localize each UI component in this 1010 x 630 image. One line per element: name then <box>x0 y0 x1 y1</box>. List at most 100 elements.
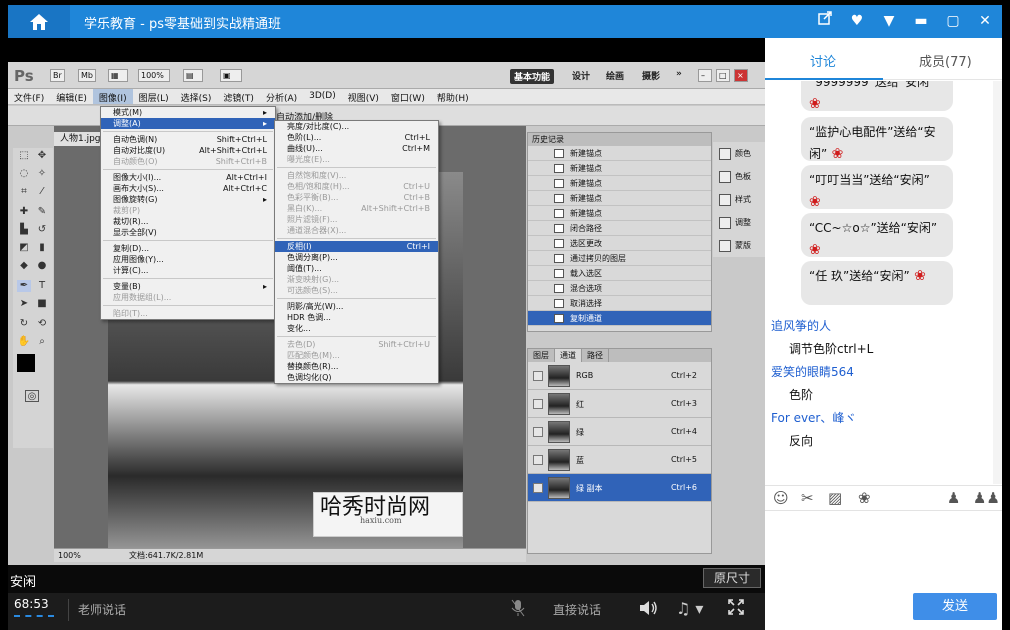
history-item: 闭合路径 <box>528 221 711 236</box>
scissors-icon[interactable]: ✂ <box>801 489 814 507</box>
close-icon[interactable]: ✕ <box>976 11 994 31</box>
3d-orbit-icon: ⟲ <box>37 318 47 329</box>
side-panel-item: 样式 <box>713 188 765 211</box>
image-icon[interactable]: ▨ <box>828 489 842 507</box>
music-icon[interactable]: ♫ ▾ <box>676 599 703 618</box>
view-extras-icon: ▦ <box>108 69 128 82</box>
minimize-icon[interactable]: ▬ <box>912 11 930 31</box>
history-item-label: 选区更改 <box>570 239 602 248</box>
share-icon[interactable] <box>816 11 834 31</box>
ps-menu-item: 图像(I) <box>92 89 133 104</box>
dropdown-icon[interactable]: ▼ <box>880 11 898 31</box>
ps-menu-item: 视图(V) <box>347 94 379 104</box>
home-button[interactable] <box>8 5 70 38</box>
mic-muted-icon[interactable] <box>511 599 525 621</box>
channel-name: RGB <box>576 371 594 380</box>
history-item-label: 新建锚点 <box>570 164 602 173</box>
menu-item-label: 色阶(L)... <box>287 133 322 142</box>
status-doc-size: 文档:641.7K/2.81M <box>129 551 204 560</box>
history-step-icon <box>554 224 564 233</box>
history-step-icon <box>554 179 564 188</box>
marquee-tool-icon: ⬚ <box>19 150 29 161</box>
channel-list: RGB Ctrl+2 红 Ctrl+3 绿 Ctrl+4 蓝 Ctrl+5 绿 副本 Ctrl+6 <box>528 362 711 502</box>
history-panel: 历史记录 新建锚点 新建锚点 新建锚点 新建锚点 新建锚点 闭合路径 选区更改 通过拷贝的图层… <box>527 132 712 332</box>
history-step-icon <box>554 194 564 203</box>
history-item-label: 混合选项 <box>570 284 602 293</box>
workspace-essentials: 基本功能 <box>510 69 555 84</box>
volume-icon[interactable] <box>638 599 658 621</box>
menu-item: 复制(D)... <box>101 243 275 254</box>
menu-item-label: 阈值(T)... <box>287 264 322 273</box>
menu-item-label: 裁切(R)... <box>113 217 149 226</box>
dodge-tool-icon: ● <box>37 260 47 271</box>
ps-status-bar: 100% 文档:641.7K/2.81M <box>54 548 526 562</box>
crop-tool-icon: ⌗ <box>21 186 27 197</box>
tab-discuss[interactable]: 讨论 <box>810 51 836 70</box>
visibility-eye-icon <box>533 371 543 381</box>
3d-rotate-icon: ↻ <box>19 318 29 329</box>
emoji-icon[interactable]: ☺ <box>773 489 789 507</box>
chat-username: 追风筝的人 <box>771 319 832 333</box>
heart-icon[interactable]: ♥ <box>848 11 866 31</box>
history-item-label: 新建锚点 <box>570 209 602 218</box>
type-tool-icon: T <box>38 280 46 291</box>
video-player[interactable]: Ps Br Mb ▦ 100% ▤ ▣ 基本功能 设计 绘画 摄影 » – □ … <box>8 38 765 565</box>
photoshop-screen: Ps Br Mb ▦ 100% ▤ ▣ 基本功能 设计 绘画 摄影 » – □ … <box>8 62 765 565</box>
menu-item: 阴影/高光(W)... <box>275 301 438 312</box>
history-step-icon <box>554 269 564 278</box>
ps-menubar: 文件(F) 编辑(E) 图像(I) 图层(L) 选择(S) 滤镜(T) 分析(A) 3D(D)… <box>8 89 765 105</box>
history-item: 新建锚点 <box>528 191 711 206</box>
tab-members[interactable]: 成员(77) <box>919 51 972 70</box>
ps-restore-icon: □ <box>716 69 730 82</box>
channel-name: 蓝 <box>576 456 584 465</box>
path-select-icon: ➤ <box>19 298 29 309</box>
teacher-speaking-label: 老师说话 <box>78 603 127 617</box>
gift-message-bubble: “9999999”送给“安闲” ❀ <box>801 81 953 112</box>
ps-menu-item: 编辑(E) <box>56 94 87 104</box>
chat-input[interactable] <box>765 511 1002 591</box>
history-item-label: 新建锚点 <box>570 149 602 158</box>
original-size-button[interactable]: 原尺寸 <box>703 568 761 588</box>
menu-item-label: 裁剪(P) <box>113 206 141 215</box>
menu-item: 自动颜色(O) Shift+Ctrl+B <box>101 156 275 167</box>
menu-separator <box>277 167 436 168</box>
history-brush-icon: ↺ <box>37 224 47 235</box>
send-button[interactable]: 发送 <box>913 593 997 620</box>
menu-item-label: 画布大小(S)... <box>113 184 164 193</box>
channel-panel-tab: 图层 <box>528 349 555 362</box>
arrange-icon: ▤ <box>183 69 203 82</box>
users-icon[interactable]: ♟♟ <box>973 489 1000 507</box>
menu-item: HDR 色调... <box>275 312 438 323</box>
ps-menu-item: 滤镜(T) <box>223 94 254 104</box>
menu-item: 图像大小(I)... Alt+Ctrl+I <box>101 172 275 183</box>
side-panel-item: 色板 <box>713 165 765 188</box>
user-icon[interactable]: ♟ <box>947 489 960 507</box>
maximize-icon[interactable]: ▢ <box>944 11 962 31</box>
menu-item-label: 陷印(T)... <box>113 309 148 318</box>
direct-speak-button[interactable]: 直接说话 <box>553 601 601 618</box>
menu-item-shortcut: Alt+Shift+Ctrl+B <box>361 204 430 213</box>
history-item: 新建锚点 <box>528 206 711 221</box>
menu-item: 阈值(T)... <box>275 263 438 274</box>
flower-icon[interactable]: ❀ <box>858 489 871 507</box>
menu-item-label: 反相(I) <box>287 242 312 251</box>
history-item: 混合选项 <box>528 281 711 296</box>
watermark-logo: 哈秀时尚网 haxiu.com <box>313 492 463 537</box>
chat-scrollbar[interactable] <box>993 81 1002 484</box>
menu-item-label: 显示全部(V) <box>113 228 157 237</box>
menu-item-label: 自动色调(N) <box>113 135 158 144</box>
channel-row: 绿 副本 Ctrl+6 <box>528 474 711 502</box>
lasso-tool-icon: ◌ <box>19 168 29 179</box>
rose-icon: ❀ <box>809 242 821 258</box>
history-item: 复制通道 <box>528 311 711 326</box>
ps-minimize-icon: – <box>698 69 712 82</box>
history-step-icon <box>554 239 564 248</box>
fullscreen-icon[interactable] <box>728 599 744 619</box>
menu-item-label: 通道混合器(X)... <box>287 226 347 235</box>
ps-side-panel: 颜色 色板 样式 调整 蒙版 <box>713 142 765 257</box>
menu-item: 变化... <box>275 323 438 334</box>
channel-thumbnail <box>548 449 570 471</box>
magic-wand-icon: ✧ <box>37 168 47 179</box>
menu-item-label: 曝光度(E)... <box>287 155 330 164</box>
history-item: 选区更改 <box>528 236 711 251</box>
